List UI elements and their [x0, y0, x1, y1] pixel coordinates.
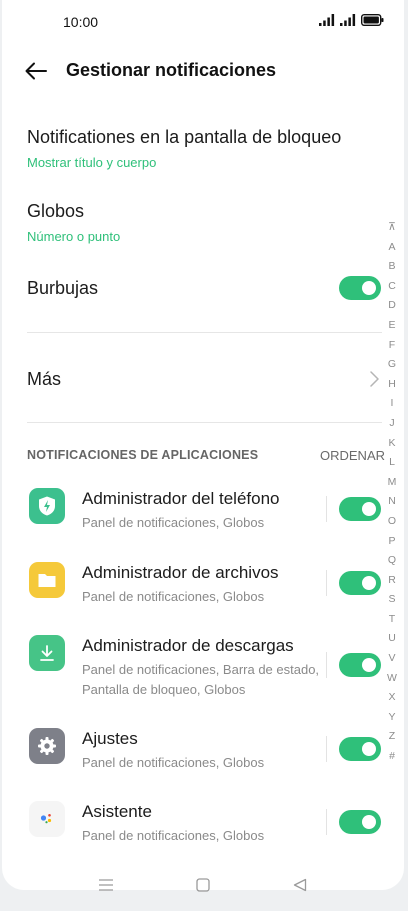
divider — [27, 332, 382, 333]
phone-manager-icon — [29, 488, 65, 524]
index-letter[interactable]: S — [385, 590, 399, 610]
app-toggle[interactable] — [339, 653, 381, 677]
lock-screen-title: Notificationes en la pantalla de bloqueo — [27, 127, 342, 147]
app-toggle[interactable] — [339, 497, 381, 521]
row-separator — [326, 570, 327, 596]
more-title: Más — [27, 369, 62, 389]
index-letter[interactable]: P — [385, 532, 399, 552]
app-name: Ajustes — [82, 729, 138, 748]
badges-value: Número o punto — [27, 229, 121, 244]
menu-icon[interactable] — [98, 878, 114, 892]
status-icons — [319, 14, 384, 26]
app-row-phone-manager[interactable]: Administrador del teléfono Panel de noti… — [2, 480, 404, 540]
app-row-settings[interactable]: Ajustes Panel de notificaciones, Globos — [2, 720, 404, 780]
back-icon[interactable] — [293, 878, 307, 892]
app-description: Panel de notificaciones, Globos — [82, 589, 265, 604]
section-header: NOTIFICACIONES DE APLICACIONES — [27, 448, 259, 462]
more-setting[interactable]: Más — [27, 369, 382, 390]
index-letter[interactable]: N — [385, 492, 399, 512]
index-letter[interactable]: V — [385, 649, 399, 669]
app-toggle[interactable] — [339, 810, 381, 834]
alphabet-index[interactable]: ⊼ A B C D E F G H I J K L M N O P Q R S … — [385, 218, 399, 767]
index-letter[interactable]: R — [385, 571, 399, 591]
app-name: Administrador del teléfono — [82, 489, 280, 508]
index-letter[interactable]: B — [385, 257, 399, 277]
index-letter[interactable]: C — [385, 277, 399, 297]
home-icon[interactable] — [196, 878, 210, 892]
assistant-icon — [29, 801, 65, 837]
index-letter[interactable]: D — [385, 296, 399, 316]
index-letter[interactable]: K — [385, 434, 399, 454]
app-row-assistant[interactable]: Asistente Panel de notificaciones, Globo… — [2, 793, 404, 853]
index-letter[interactable]: Z — [385, 727, 399, 747]
index-letter[interactable]: U — [385, 629, 399, 649]
status-bar: 10:00 — [2, 0, 404, 44]
index-letter[interactable]: L — [385, 453, 399, 473]
app-bar: Gestionar notificaciones — [2, 50, 404, 92]
folder-icon — [29, 562, 65, 598]
index-letter[interactable]: Y — [385, 708, 399, 728]
status-time: 10:00 — [63, 14, 99, 30]
index-letter[interactable]: I — [385, 394, 399, 414]
lock-screen-value: Mostrar título y cuerpo — [27, 155, 157, 170]
badges-title: Globos — [27, 201, 85, 221]
signal-icon — [319, 14, 335, 26]
app-name: Asistente — [82, 802, 152, 821]
battery-icon — [361, 14, 384, 26]
bubbles-title: Burbujas — [27, 278, 99, 298]
index-letter[interactable]: X — [385, 688, 399, 708]
divider — [27, 422, 382, 423]
download-icon — [29, 635, 65, 671]
app-description: Panel de notificaciones, Globos — [82, 828, 265, 843]
app-toggle[interactable] — [339, 571, 381, 595]
app-name: Administrador de descargas — [82, 636, 294, 655]
back-arrow-icon[interactable] — [23, 58, 49, 84]
signal-icon-2 — [340, 14, 356, 26]
page-title: Gestionar notificaciones — [66, 60, 277, 80]
chevron-right-icon — [370, 371, 379, 387]
index-letter[interactable]: J — [385, 414, 399, 434]
app-row-file-manager[interactable]: Administrador de archivos Panel de notif… — [2, 554, 404, 614]
screen: 10:00 Gestionar notificaciones Notificat… — [2, 0, 404, 890]
app-description: Panel de notificaciones, Globos — [82, 755, 265, 770]
row-separator — [326, 496, 327, 522]
app-description: Panel de notificaciones, Barra de estado… — [82, 662, 320, 697]
index-letter[interactable]: # — [385, 747, 399, 767]
row-separator — [326, 809, 327, 835]
index-letter[interactable]: H — [385, 375, 399, 395]
row-separator — [326, 736, 327, 762]
app-description: Panel de notificaciones, Globos — [82, 515, 265, 530]
index-letter[interactable]: M — [385, 473, 399, 493]
bubbles-toggle[interactable] — [339, 276, 381, 300]
index-top-icon[interactable]: ⊼ — [385, 218, 399, 238]
index-letter[interactable]: A — [385, 238, 399, 258]
sort-button[interactable]: ORDENAR — [320, 448, 385, 463]
index-letter[interactable]: F — [385, 336, 399, 356]
index-letter[interactable]: W — [385, 669, 399, 689]
index-letter[interactable]: Q — [385, 551, 399, 571]
app-row-download-manager[interactable]: Administrador de descargas Panel de noti… — [2, 627, 404, 701]
badges-setting[interactable]: Globos Número o punto — [27, 201, 120, 244]
lock-screen-notifications-setting[interactable]: Notificationes en la pantalla de bloqueo… — [27, 127, 341, 170]
row-separator — [326, 652, 327, 678]
gear-icon — [29, 728, 65, 764]
navigation-bar — [0, 870, 408, 900]
index-letter[interactable]: T — [385, 610, 399, 630]
index-letter[interactable]: E — [385, 316, 399, 336]
bubbles-setting: Burbujas — [27, 278, 98, 299]
app-toggle[interactable] — [339, 737, 381, 761]
index-letter[interactable]: G — [385, 355, 399, 375]
index-letter[interactable]: O — [385, 512, 399, 532]
app-name: Administrador de archivos — [82, 563, 279, 582]
